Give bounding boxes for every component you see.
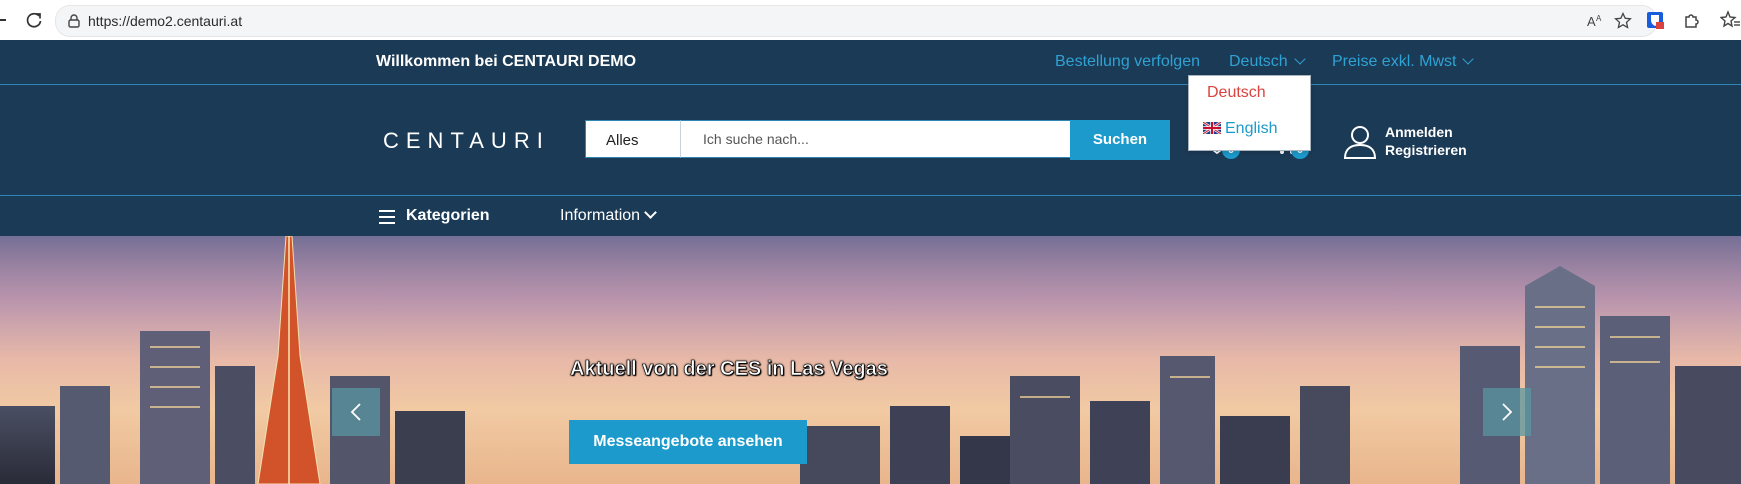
user-icon[interactable]	[1340, 124, 1380, 160]
read-aloud-icon[interactable]: A A	[1586, 12, 1604, 30]
nav-information-label: Information	[560, 207, 641, 224]
slider-prev-button[interactable]	[332, 388, 380, 436]
search-bar: Alles Suchen	[585, 120, 1185, 160]
slider-next-button[interactable]	[1483, 388, 1531, 436]
reload-icon[interactable]	[24, 10, 44, 30]
search-field[interactable]	[681, 120, 1070, 158]
top-bar: Willkommen bei CENTAURI DEMO Bestellung …	[0, 40, 1741, 85]
track-order-link[interactable]: Bestellung verfolgen	[1055, 53, 1200, 71]
bitwarden-extension-icon[interactable]	[1645, 10, 1665, 30]
nav-bar: Kategorien Information	[0, 196, 1741, 236]
language-option-deutsch[interactable]: Deutsch	[1207, 84, 1266, 102]
favorite-star-icon[interactable]	[1614, 12, 1632, 30]
lock-icon[interactable]	[66, 13, 82, 29]
prices-selector[interactable]: Preise exkl. Mwst	[1332, 53, 1475, 71]
prices-label: Preise exkl. Mwst	[1332, 53, 1457, 70]
account-links: Anmelden Registrieren	[1385, 123, 1467, 159]
hero-cta-button[interactable]: Messeangebote ansehen	[569, 420, 807, 464]
register-link[interactable]: Registrieren	[1385, 141, 1467, 159]
welcome-text: Willkommen bei CENTAURI DEMO	[376, 53, 637, 70]
search-category-select[interactable]: Alles	[585, 120, 681, 158]
hero-slider: Aktuell von der CES in Las Vegas Messean…	[0, 236, 1741, 484]
language-dropdown: Deutsch English	[1188, 75, 1311, 151]
language-label: Deutsch	[1229, 53, 1288, 70]
address-bar[interactable]: https://demo2.centauri.at A A	[55, 5, 1657, 37]
chevron-down-icon	[1294, 53, 1306, 65]
language-selector[interactable]: Deutsch	[1229, 53, 1306, 71]
svg-text:A: A	[1587, 14, 1596, 29]
browser-toolbar: https://demo2.centauri.at A A	[0, 0, 1741, 41]
login-link[interactable]: Anmelden	[1385, 123, 1467, 141]
nav-information[interactable]: Information	[560, 206, 657, 225]
url-text[interactable]: https://demo2.centauri.at	[88, 13, 242, 29]
logo[interactable]: CENTAURI	[383, 128, 550, 154]
language-option-english-label: English	[1225, 120, 1278, 137]
search-category-label: Alles	[606, 132, 639, 149]
language-option-english[interactable]: English	[1203, 120, 1277, 138]
hero-title: Aktuell von der CES in Las Vegas	[570, 358, 888, 381]
chevron-down-icon	[644, 206, 657, 219]
nav-categories[interactable]: Kategorien	[406, 207, 490, 225]
chevron-down-icon	[1462, 53, 1475, 65]
menu-icon[interactable]	[379, 210, 395, 224]
search-button[interactable]: Suchen	[1070, 120, 1170, 160]
svg-text:A: A	[1596, 14, 1602, 23]
favorites-icon[interactable]	[1720, 10, 1740, 30]
back-icon[interactable]	[0, 19, 6, 21]
uk-flag-icon	[1203, 122, 1221, 134]
track-order-label: Bestellung verfolgen	[1055, 53, 1200, 70]
extensions-icon[interactable]	[1682, 10, 1702, 30]
main-header: CENTAURI Alles Suchen 0 0 Anmelden Regis…	[0, 85, 1741, 196]
chevron-right-icon	[1502, 403, 1513, 421]
search-input[interactable]	[701, 130, 1055, 148]
chevron-left-icon	[350, 403, 361, 421]
